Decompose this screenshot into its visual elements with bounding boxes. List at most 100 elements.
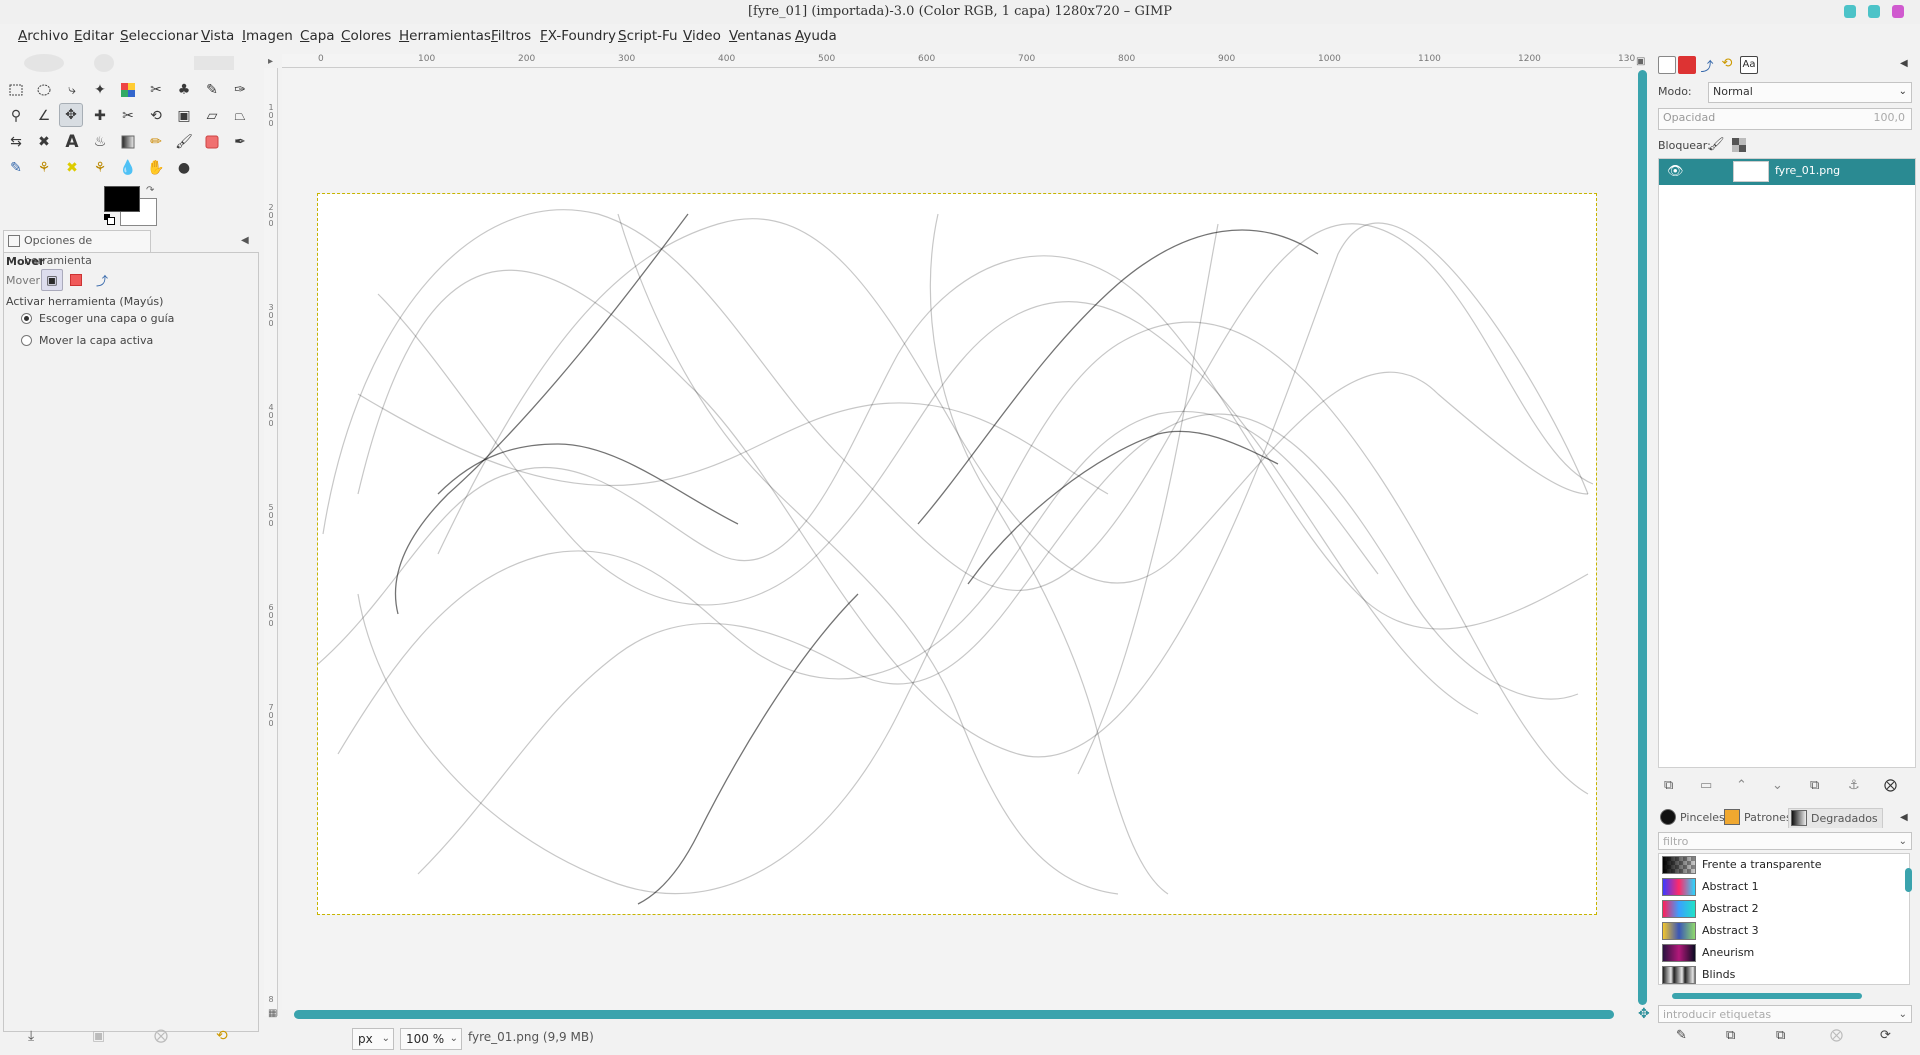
- gradient-list-scrollbar[interactable]: [1905, 868, 1912, 892]
- align-icon[interactable]: ✚: [88, 104, 112, 128]
- menu-seleccionar[interactable]: Seleccionar: [120, 28, 198, 44]
- lower-layer-icon[interactable]: ⌄: [1772, 778, 1783, 793]
- dodge-burn-icon[interactable]: ●: [172, 156, 196, 180]
- menu-herramientas[interactable]: Herramientas: [399, 28, 491, 44]
- gradient-filter-field[interactable]: filtro ⌄: [1658, 832, 1912, 850]
- minimize-button[interactable]: [1844, 5, 1856, 18]
- perspective-icon[interactable]: ⏢: [228, 104, 252, 128]
- image-menu-icon[interactable]: ▸: [268, 56, 273, 67]
- perspective-clone-icon[interactable]: ⚘: [88, 156, 112, 180]
- menu-imagen[interactable]: Imagen: [242, 28, 293, 44]
- rotate-icon[interactable]: ⟲: [144, 104, 168, 128]
- menu-script-fu[interactable]: Script-Fu: [618, 28, 678, 44]
- airbrush-icon[interactable]: ✒: [228, 130, 252, 154]
- menu-colores[interactable]: Colores: [341, 28, 391, 44]
- color-picker-icon[interactable]: ✑: [228, 78, 252, 102]
- paths-icon[interactable]: ✎: [200, 78, 224, 102]
- delete-layer-icon[interactable]: ⨂: [1884, 778, 1897, 793]
- ellipse-select-icon[interactable]: [32, 78, 56, 102]
- mode-select[interactable]: Normal ⌄: [1708, 82, 1912, 103]
- unit-select[interactable]: px ⌄: [352, 1028, 394, 1050]
- menu-ventanas[interactable]: Ventanas: [729, 28, 791, 44]
- undo-tab-icon[interactable]: ⟲: [1718, 56, 1736, 74]
- delete-gradient-icon[interactable]: ⨂: [1830, 1028, 1843, 1043]
- menu-fx-foundry[interactable]: FX-Foundry: [540, 28, 616, 44]
- color-select-icon[interactable]: [116, 78, 140, 102]
- gradient-item[interactable]: Blinds: [1660, 965, 1900, 985]
- delete-options-icon[interactable]: ⨂: [154, 1028, 168, 1044]
- zoom-icon[interactable]: ⚲: [4, 104, 28, 128]
- move-layer-mode-icon[interactable]: ▣: [41, 269, 63, 291]
- default-colors-icon[interactable]: [104, 214, 115, 225]
- horizontal-scrollbar[interactable]: [294, 1010, 1614, 1019]
- tool-options-tab[interactable]: Opciones de herramienta: [3, 230, 151, 267]
- scissors-select-icon[interactable]: ✂: [144, 78, 168, 102]
- menu-archivo[interactable]: Archivo: [18, 28, 68, 44]
- gradient-item[interactable]: Abstract 3: [1660, 921, 1900, 941]
- move-path-mode-icon[interactable]: ⤴: [91, 269, 113, 291]
- gradient-list-hscrollbar[interactable]: [1672, 993, 1862, 999]
- fuzzy-select-icon[interactable]: ✦: [88, 78, 112, 102]
- channels-tab-icon[interactable]: [1678, 56, 1696, 74]
- foreground-color-swatch[interactable]: [104, 186, 140, 212]
- gradient-item[interactable]: Aneurism: [1660, 943, 1900, 963]
- new-layer-group-icon[interactable]: ▭: [1700, 778, 1712, 793]
- restore-options-icon[interactable]: ▣: [92, 1028, 105, 1044]
- zoom-follow-icon[interactable]: ▣: [1636, 56, 1645, 67]
- menu-vista[interactable]: Vista: [201, 28, 234, 44]
- text-icon[interactable]: A: [60, 130, 84, 154]
- ink-icon[interactable]: ✎: [4, 156, 28, 180]
- duplicate-gradient-icon[interactable]: ⧉: [1776, 1028, 1785, 1043]
- close-button[interactable]: [1892, 5, 1904, 18]
- move-selection-mode-icon[interactable]: [65, 269, 87, 291]
- tab-brushes[interactable]: Pinceles: [1658, 808, 1725, 828]
- menu-video[interactable]: Video: [683, 28, 721, 44]
- foreground-select-icon[interactable]: ♣: [172, 78, 196, 102]
- free-select-icon[interactable]: ⤷: [60, 78, 84, 102]
- new-gradient-icon[interactable]: ⧉: [1726, 1028, 1735, 1043]
- move-active-layer-radio[interactable]: [21, 335, 32, 346]
- edit-gradient-icon[interactable]: ✎: [1676, 1028, 1687, 1043]
- gradient-item[interactable]: Abstract 1: [1660, 877, 1900, 897]
- crop-icon[interactable]: ✂: [116, 104, 140, 128]
- paintbrush-icon[interactable]: 🖌: [172, 130, 196, 154]
- maximize-button[interactable]: [1868, 5, 1880, 18]
- cage-icon[interactable]: ✖: [32, 130, 56, 154]
- blend-icon[interactable]: [116, 130, 140, 154]
- flip-icon[interactable]: ⇆: [4, 130, 28, 154]
- tab-gradients[interactable]: Degradados: [1788, 808, 1883, 828]
- paths-tab-icon[interactable]: ⤴: [1698, 56, 1716, 75]
- navigate-icon[interactable]: ✥: [1638, 1006, 1650, 1022]
- vertical-scrollbar[interactable]: [1638, 70, 1647, 1005]
- blur-icon[interactable]: 💧: [116, 156, 140, 180]
- refresh-gradients-icon[interactable]: ⟳: [1880, 1028, 1891, 1043]
- layer-row[interactable]: 👁 fyre_01.png: [1659, 159, 1915, 185]
- scale-icon[interactable]: ▣: [172, 104, 196, 128]
- anchor-layer-icon[interactable]: ⚓: [1848, 778, 1860, 793]
- eye-icon[interactable]: 👁: [1667, 164, 1684, 179]
- zoom-select[interactable]: 100 % ⌄: [400, 1028, 462, 1050]
- menu-editar[interactable]: Editar: [74, 28, 114, 44]
- new-layer-icon[interactable]: ⧉: [1664, 778, 1673, 793]
- rect-select-icon[interactable]: [4, 78, 28, 102]
- duplicate-layer-icon[interactable]: ⧉: [1810, 778, 1819, 793]
- reset-options-icon[interactable]: ⟲: [216, 1028, 228, 1044]
- raise-layer-icon[interactable]: ⌃: [1736, 778, 1747, 793]
- text-tab-icon[interactable]: Aa: [1740, 56, 1758, 74]
- eraser-icon[interactable]: [200, 130, 224, 154]
- gradient-item[interactable]: Abstract 2: [1660, 899, 1900, 919]
- menu-capa[interactable]: Capa: [300, 28, 335, 44]
- tab-patterns[interactable]: Patrones: [1722, 808, 1792, 828]
- save-options-icon[interactable]: ⤓: [28, 1028, 34, 1044]
- layers-tab-icon[interactable]: [1658, 56, 1676, 74]
- pencil-icon[interactable]: ✏: [144, 130, 168, 154]
- dock-config-icon[interactable]: ◀: [1900, 58, 1908, 69]
- move-icon[interactable]: ✥: [59, 103, 83, 127]
- bottom-dock-config-icon[interactable]: ◀: [1900, 812, 1908, 823]
- opacity-field[interactable]: Opacidad 100,0: [1658, 108, 1912, 130]
- shear-icon[interactable]: ▱: [200, 104, 224, 128]
- panel-config-icon[interactable]: ◀: [241, 235, 249, 246]
- tag-entry-field[interactable]: introducir etiquetas ⌄: [1658, 1005, 1912, 1023]
- menu-filtros[interactable]: Filtros: [491, 28, 531, 44]
- swap-colors-icon[interactable]: ↷: [146, 185, 154, 196]
